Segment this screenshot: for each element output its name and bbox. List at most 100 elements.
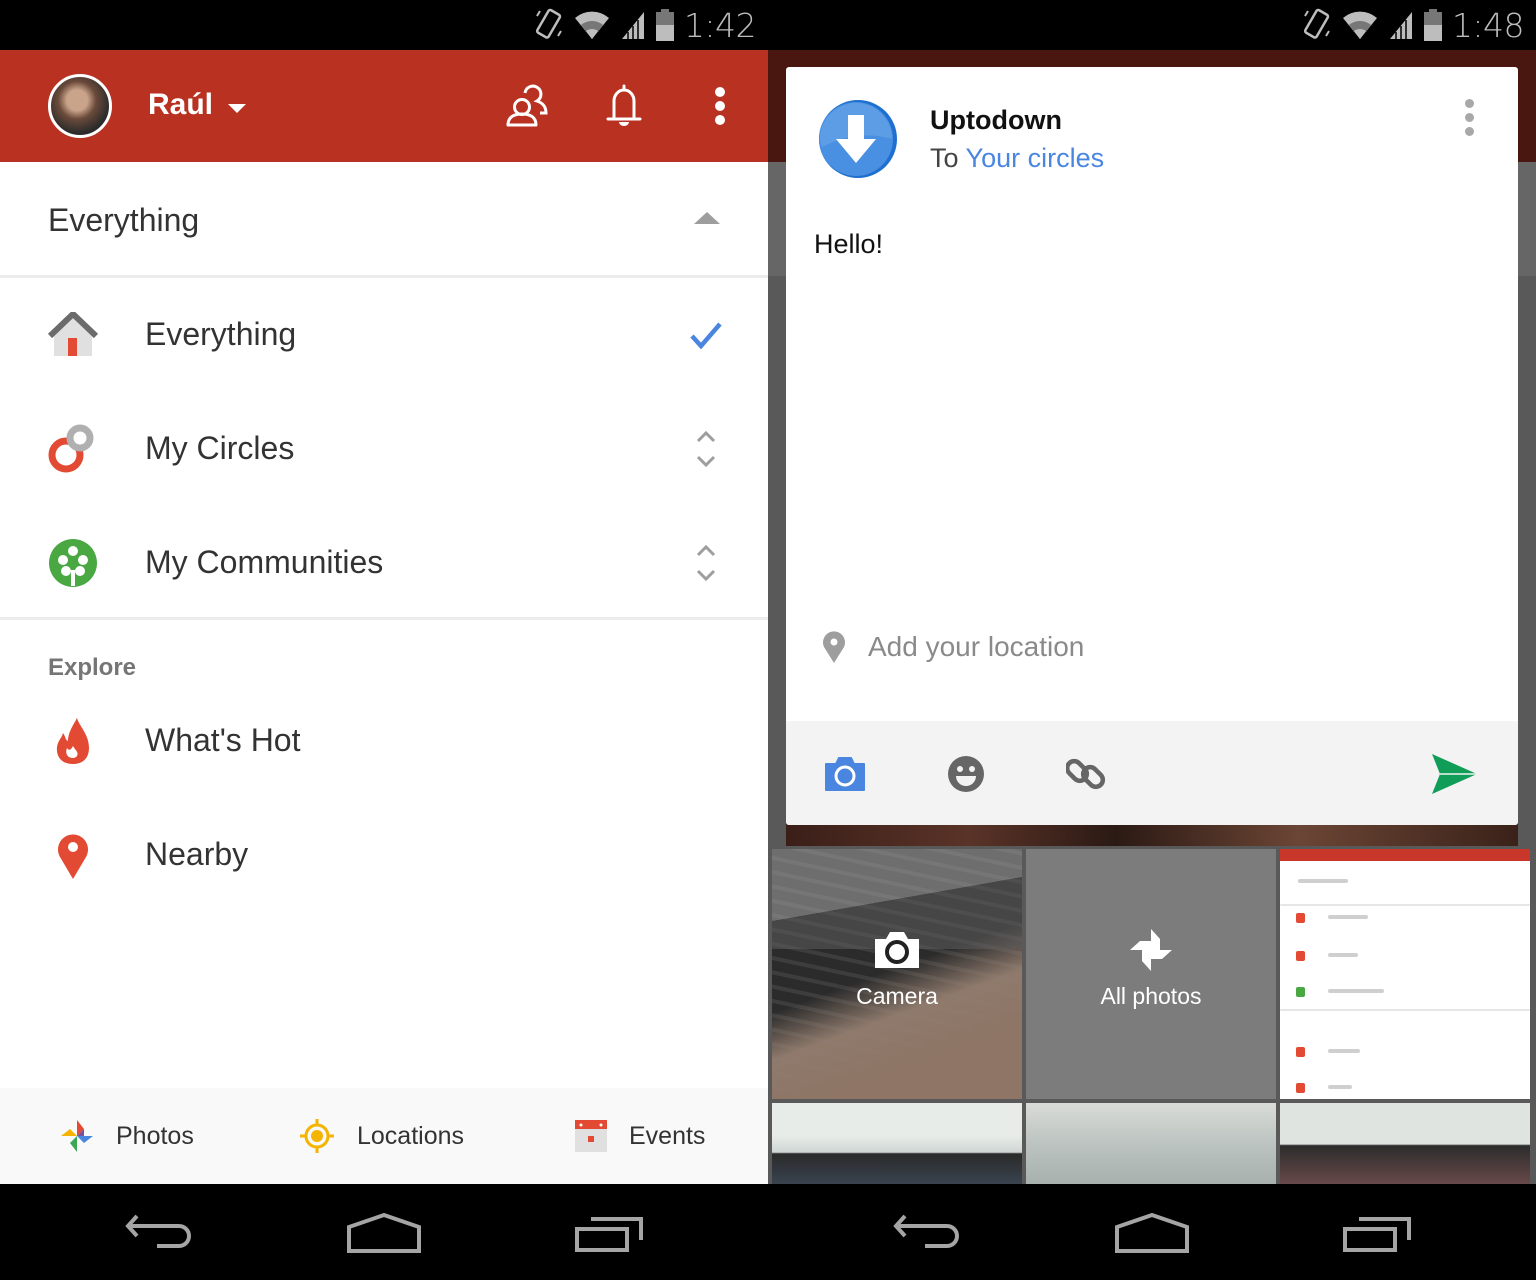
wifi-icon: [574, 11, 609, 39]
photo-thumbnail[interactable]: [1280, 1103, 1530, 1185]
camera-tile-label: Camera: [856, 983, 938, 1009]
pinwheel-icon: [61, 1120, 93, 1152]
add-location-button[interactable]: Add your location: [822, 627, 1084, 667]
send-icon: [1432, 754, 1477, 794]
locations-label: Locations: [357, 1121, 465, 1150]
emoji-icon: [948, 756, 984, 792]
post-text-input[interactable]: Hello!: [814, 229, 883, 260]
audience-prefix: To: [930, 143, 959, 173]
back-icon: [125, 1214, 191, 1248]
stream-item-my-circles[interactable]: My Circles: [0, 392, 768, 506]
expand-icon[interactable]: [694, 543, 718, 583]
expand-icon[interactable]: [694, 429, 718, 469]
audience: To Your circles: [930, 143, 1104, 174]
status-bar: 1:48: [768, 0, 1536, 50]
stream-selector[interactable]: Everything: [0, 162, 768, 278]
left-screen: 1:42 Raúl Everything Everything My Circl…: [0, 0, 768, 1280]
notifications-icon: [606, 84, 642, 126]
home-icon: [48, 312, 98, 356]
navigation-bar: [0, 1184, 768, 1280]
home-nav-icon: [347, 1213, 421, 1253]
screenshot-thumbnail[interactable]: [1280, 849, 1530, 1099]
recents-icon: [575, 1217, 643, 1252]
communities-icon: [49, 539, 97, 587]
all-photos-tile[interactable]: All photos: [1026, 849, 1276, 1099]
signal-icon: [1389, 12, 1412, 39]
battery-icon: [655, 9, 674, 41]
notifications-button[interactable]: [599, 80, 649, 132]
checkmark-icon: [690, 322, 722, 349]
add-link-button[interactable]: [1061, 749, 1111, 799]
avatar[interactable]: [48, 74, 112, 138]
back-button[interactable]: [120, 1208, 200, 1258]
wifi-icon: [1342, 11, 1377, 39]
camera-icon: [825, 757, 865, 791]
stream-label: Everything: [145, 316, 297, 352]
compose-toolbar: [786, 721, 1518, 825]
rotation-icon: [1303, 8, 1330, 39]
map-pin-icon: [58, 834, 88, 879]
navigation-bar: [768, 1184, 1536, 1280]
recents-button[interactable]: [570, 1208, 650, 1258]
app-bar: Raúl: [0, 50, 768, 162]
flame-icon: [56, 718, 89, 764]
stream-label: My Communities: [145, 544, 384, 580]
explore-item-whats-hot[interactable]: What's Hot: [0, 684, 768, 798]
photos-shortcut[interactable]: Photos: [60, 1116, 194, 1156]
photos-label: Photos: [116, 1121, 194, 1150]
recents-button[interactable]: [1338, 1208, 1418, 1258]
card-overflow-menu-icon[interactable]: [1454, 97, 1484, 137]
all-photos-tile-label: All photos: [1100, 983, 1202, 1009]
status-time: 1:42: [683, 5, 757, 45]
photo-thumbnail[interactable]: [1026, 1103, 1276, 1185]
battery-icon: [1423, 9, 1442, 41]
circles-icon: [506, 84, 548, 127]
author-name: Uptodown: [930, 105, 1062, 135]
stream-item-my-communities[interactable]: My Communities: [0, 506, 768, 620]
status-time: 1:48: [1451, 5, 1525, 45]
back-icon: [893, 1214, 959, 1248]
overflow-menu-button[interactable]: [695, 80, 745, 132]
uptodown-logo: [819, 100, 897, 178]
events-shortcut[interactable]: Events: [575, 1116, 705, 1156]
locations-shortcut[interactable]: Locations: [299, 1116, 464, 1156]
stream-item-everything[interactable]: Everything: [0, 278, 768, 392]
explore-item-nearby[interactable]: Nearby: [0, 798, 768, 912]
status-bar: 1:42: [0, 0, 768, 50]
location-placeholder: Add your location: [868, 631, 1085, 662]
send-button[interactable]: [1426, 749, 1482, 799]
back-button[interactable]: [888, 1208, 968, 1258]
bottom-shortcut-bar: Photos Locations Events: [0, 1088, 768, 1184]
circles-button[interactable]: [503, 80, 553, 132]
location-target-icon: [300, 1119, 334, 1153]
signal-icon: [621, 12, 644, 39]
circles-icon: [48, 424, 94, 473]
photo-thumbnail[interactable]: [772, 1103, 1022, 1185]
home-button[interactable]: [344, 1208, 424, 1258]
camera-tile[interactable]: Camera: [772, 849, 1022, 1099]
calendar-icon: [575, 1120, 607, 1152]
home-nav-icon: [1115, 1213, 1189, 1253]
explore-label: What's Hot: [145, 722, 301, 758]
home-button[interactable]: [1112, 1208, 1192, 1258]
link-icon: [1066, 758, 1106, 790]
audience-selector[interactable]: Your circles: [966, 143, 1105, 173]
add-photo-button[interactable]: [820, 749, 870, 799]
camera-icon: [875, 932, 919, 968]
recents-icon: [1343, 1217, 1411, 1252]
stream-selector-label: Everything: [48, 202, 200, 238]
add-emoji-button[interactable]: [941, 749, 991, 799]
collapse-icon[interactable]: [694, 212, 720, 224]
account-name[interactable]: Raúl: [148, 88, 213, 122]
right-screen: 1:48 Uptodown To Your circles Hello! Add…: [768, 0, 1536, 1280]
explore-label: Nearby: [145, 836, 249, 872]
pinwheel-icon: [1130, 929, 1172, 971]
explore-heading: Explore: [48, 654, 137, 681]
divider: [0, 617, 768, 620]
compose-post-card: Uptodown To Your circles Hello! Add your…: [786, 67, 1518, 825]
account-dropdown-icon[interactable]: [228, 104, 246, 113]
rotation-icon: [535, 8, 562, 39]
overflow-menu-icon: [715, 87, 725, 125]
events-label: Events: [629, 1121, 706, 1150]
stream-label: My Circles: [145, 430, 295, 466]
